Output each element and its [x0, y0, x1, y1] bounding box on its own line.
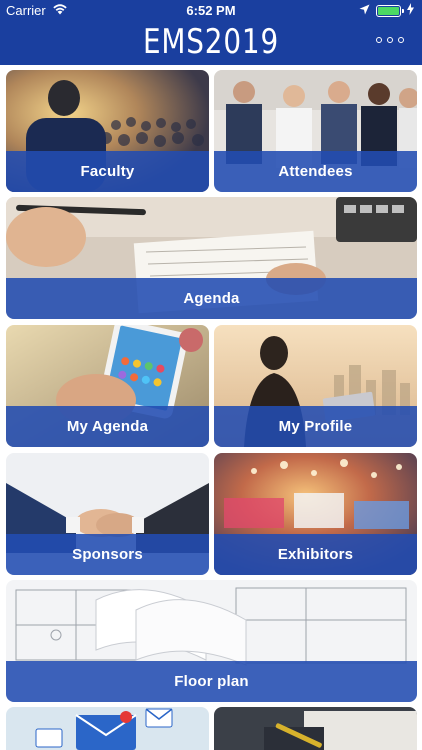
- tile-label-sponsors: Sponsors: [72, 546, 143, 563]
- tile-faculty[interactable]: Faculty: [6, 70, 209, 192]
- tile-agenda[interactable]: Agenda: [6, 197, 417, 319]
- tile-label-bar: My Agenda: [6, 406, 209, 447]
- tile-label-agenda: Agenda: [183, 290, 240, 307]
- messages-photo: [6, 707, 209, 750]
- app-title: EMS2019: [142, 22, 280, 62]
- tile-attendees[interactable]: Attendees: [214, 70, 417, 192]
- documents-photo: [214, 707, 417, 750]
- tile-label-bar: Faculty: [6, 151, 209, 192]
- tile-my-profile[interactable]: My Profile: [214, 325, 417, 447]
- tile-floor-plan[interactable]: Floor plan: [6, 580, 417, 702]
- tile-exhibitors[interactable]: Exhibitors: [214, 453, 417, 575]
- tile-messages-partial[interactable]: [6, 707, 209, 750]
- tile-label-bar: Floor plan: [6, 661, 417, 702]
- tile-label-bar: Sponsors: [6, 534, 209, 575]
- tile-documents-partial[interactable]: [214, 707, 417, 750]
- tile-label-bar: Attendees: [214, 151, 417, 192]
- battery-icon: [376, 4, 404, 17]
- more-dots-icon[interactable]: [376, 37, 404, 43]
- tile-sponsors[interactable]: Sponsors: [6, 453, 209, 575]
- status-bar: Carrier 6:52 PM: [0, 0, 422, 22]
- location-arrow-icon: [359, 3, 370, 18]
- tile-label-floor-plan: Floor plan: [174, 673, 249, 690]
- tile-label-faculty: Faculty: [80, 163, 135, 180]
- app-header: Carrier 6:52 PM EMS2019: [0, 0, 422, 65]
- tile-label-exhibitors: Exhibitors: [277, 546, 354, 563]
- tile-label-attendees: Attendees: [278, 163, 353, 180]
- tile-label-my-profile: My Profile: [278, 418, 353, 435]
- tile-label-my-agenda: My Agenda: [66, 418, 149, 435]
- tile-label-bar: Agenda: [6, 278, 417, 319]
- tile-my-agenda[interactable]: My Agenda: [6, 325, 209, 447]
- bolt-icon: [407, 3, 414, 18]
- tile-label-bar: Exhibitors: [214, 534, 417, 575]
- tile-label-bar: My Profile: [214, 406, 417, 447]
